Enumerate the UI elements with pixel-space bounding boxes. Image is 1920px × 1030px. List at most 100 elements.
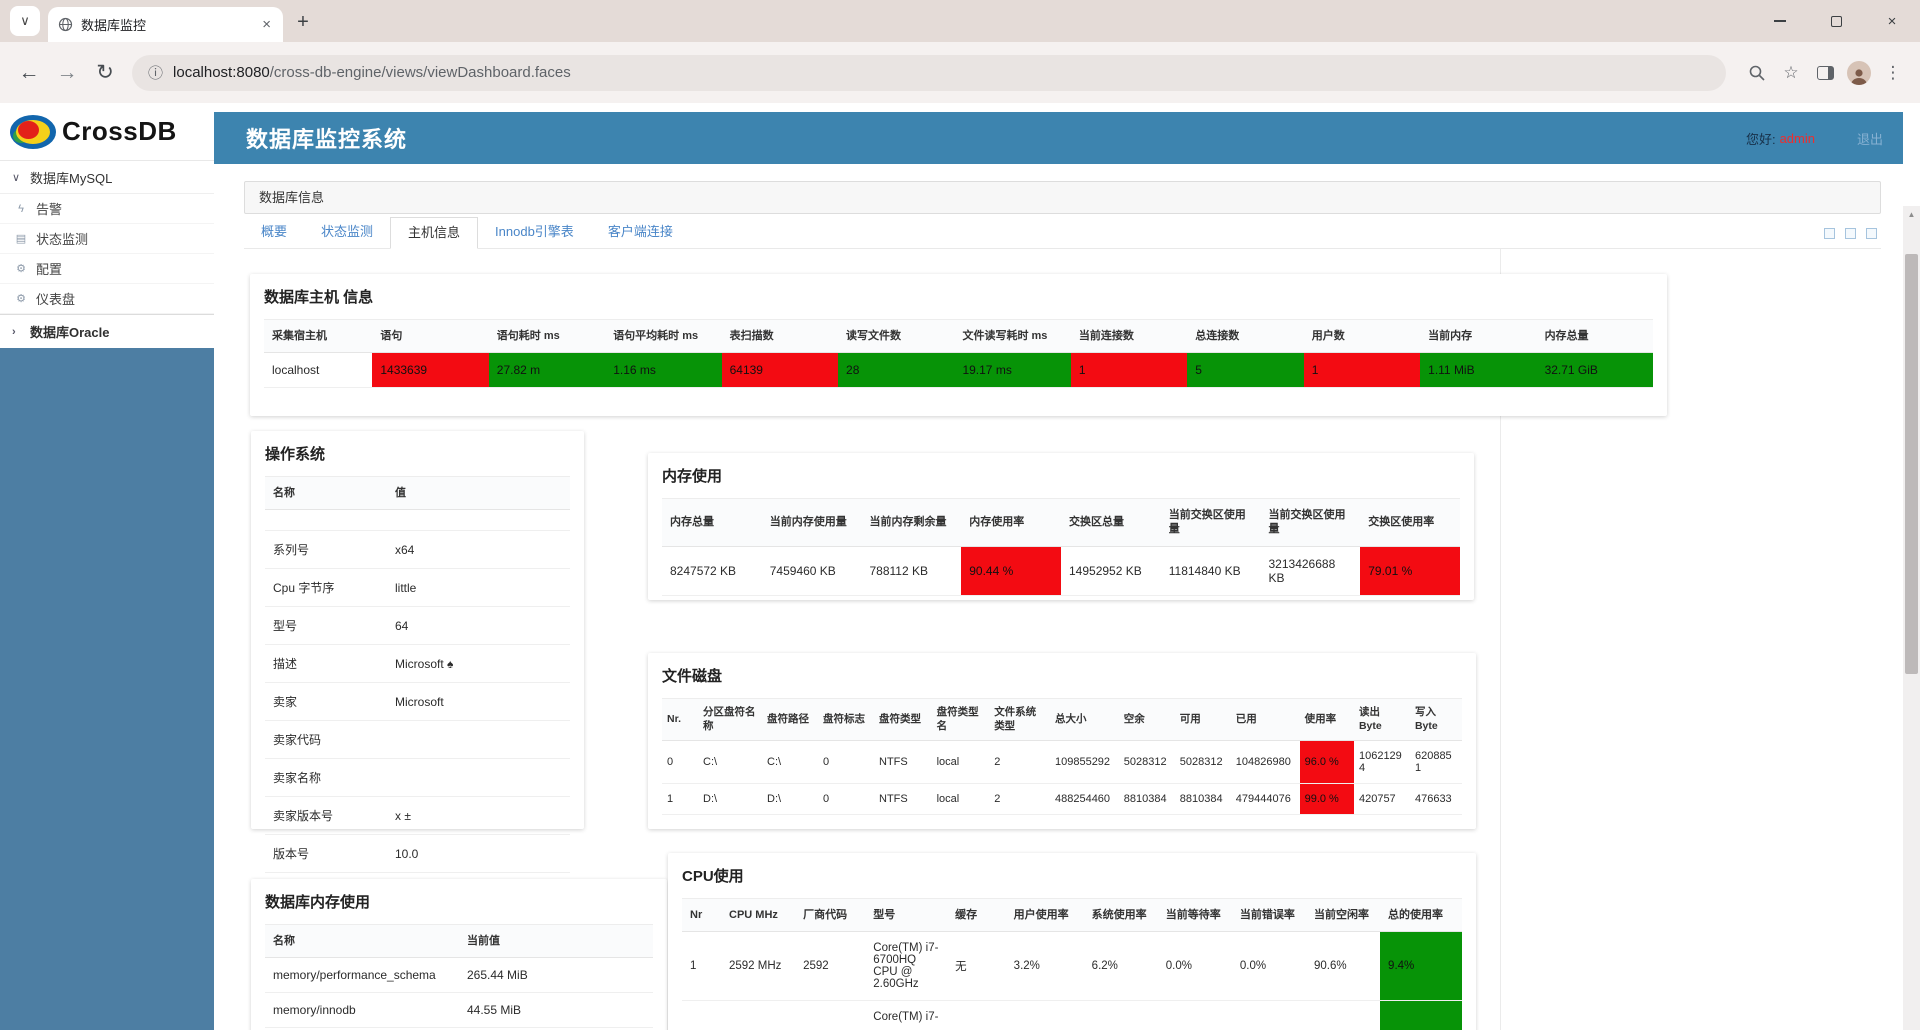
cell: 无 [947, 932, 1006, 1001]
status-cell: 19.17 ms [954, 353, 1070, 388]
cell: 64 [387, 607, 570, 645]
column-header: 值 [387, 477, 570, 510]
cell: 90.6% [1306, 932, 1380, 1001]
cell: 0 [818, 784, 874, 815]
table-row: 12592 MHz2592Core(TM) i7-6700HQ CPU @ 2.… [682, 932, 1462, 1001]
cell: 14952952 KB [1061, 546, 1161, 595]
table-header-row: 采集宿主机语句语句耗时 ms语句平均耗时 ms表扫描数读写文件数文件读写耗时 m… [264, 320, 1653, 353]
table-header-row: 名称当前值 [265, 925, 653, 958]
cell: 109855292 [1050, 741, 1119, 784]
cell: 476633 [1410, 784, 1462, 815]
column-header: 采集宿主机 [264, 320, 372, 353]
sidebar-group-oracle[interactable]: › 数据库Oracle [0, 314, 214, 348]
logout-button[interactable]: 退出 [1857, 129, 1883, 148]
browser-menu-kebab-icon[interactable]: ⋮ [1876, 56, 1910, 90]
window-close-button[interactable]: × [1864, 0, 1920, 42]
column-header: 交换区使用率 [1360, 499, 1460, 547]
cell: Core(TM) i7- [865, 1001, 947, 1030]
section-title: 数据库内存使用 [265, 891, 653, 912]
status-cell: 1433639 [372, 353, 488, 388]
chevron-right-icon: › [12, 326, 22, 338]
back-button[interactable]: ← [10, 54, 48, 92]
cell [947, 1001, 1006, 1030]
sidebar-item[interactable]: ⚙仪表盘 [0, 284, 214, 314]
status-cell [1380, 1001, 1462, 1030]
side-panel-icon[interactable] [1808, 56, 1842, 90]
status-cell: 5 [1187, 353, 1303, 388]
sidebar-item[interactable]: ⚙配置 [0, 254, 214, 284]
reload-button[interactable]: ↻ [86, 54, 124, 92]
sidebar-item-label: 告警 [36, 199, 62, 218]
column-header: 当前内存 [1420, 320, 1536, 353]
panel-title: 数据库信息 [244, 181, 1881, 214]
panel-tab-1[interactable]: 概要 [244, 217, 304, 248]
forward-button[interactable]: → [48, 54, 86, 92]
new-tab-button[interactable]: + [289, 8, 317, 36]
browser-tab[interactable]: 数据库监控 × [48, 7, 283, 42]
tab-bar: 概要状态监测主机信息Innodb引擎表客户端连接 [244, 218, 1881, 249]
panel-tool-button-2[interactable] [1845, 228, 1856, 239]
column-header: 盘符类型 [874, 699, 932, 741]
cell [1306, 1001, 1380, 1030]
window-minimize-button[interactable] [1752, 0, 1808, 42]
scroll-up-icon[interactable]: ▲ [1903, 206, 1920, 223]
column-header: 当前交换区使用量 [1161, 499, 1261, 547]
sidebar-item-label: 状态监测 [36, 229, 88, 248]
panel-tab-2[interactable]: 状态监测 [304, 217, 390, 248]
cell: 0 [818, 741, 874, 784]
table-row: localhost143363927.82 m1.16 ms641392819.… [264, 353, 1653, 388]
page-scrollbar[interactable]: ▲ ▼ [1903, 206, 1920, 1030]
column-header: 当前连接数 [1071, 320, 1187, 353]
sidebar-item[interactable]: ϟ告警 [0, 194, 214, 224]
panel-tab-4[interactable]: Innodb引擎表 [478, 217, 591, 248]
panel-tool-button-1[interactable] [1824, 228, 1835, 239]
sidebar-group-mysql[interactable]: ∨ 数据库MySQL [0, 161, 214, 194]
column-header: 当前值 [459, 925, 653, 958]
cell: 8810384 [1119, 784, 1175, 815]
cell: x ± [387, 797, 570, 835]
url-host: localhost:8080 [173, 64, 270, 81]
column-header: 空余 [1119, 699, 1175, 741]
os-card: 操作系统 名称值系列号x64Cpu 字节序little型号64描述Microso… [251, 431, 584, 829]
address-bar[interactable]: ⓘ localhost:8080/cross-db-engine/views/v… [132, 55, 1726, 91]
table-header-row: 内存总量当前内存使用量当前内存剩余量内存使用率交换区总量当前交换区使用量当前交换… [662, 499, 1460, 547]
column-header: 表扫描数 [722, 320, 838, 353]
table-row: 版本号10.0 [265, 835, 570, 873]
status-cell: 79.01 % [1360, 546, 1460, 595]
profile-avatar[interactable] [1842, 56, 1876, 90]
cell: memory/innodb [265, 993, 459, 1028]
section-title: 数据库主机 信息 [264, 286, 1653, 307]
greeting-label: 您好: [1746, 129, 1776, 148]
status-cell: 9.4% [1380, 932, 1462, 1001]
status-cell: 96.0 % [1300, 741, 1354, 784]
status-cell: 90.44 % [961, 546, 1061, 595]
site-info-icon[interactable]: ⓘ [148, 62, 163, 83]
table-row: 型号64 [265, 607, 570, 645]
column-header: 内存总量 [662, 499, 762, 547]
cell: C:\ [762, 741, 818, 784]
column-header: 盘符路径 [762, 699, 818, 741]
cell: memory/performance_schema [265, 958, 459, 993]
window-maximize-button[interactable] [1808, 0, 1864, 42]
column-header: 当前错误率 [1232, 899, 1306, 932]
table-row: 卖家代码 [265, 721, 570, 759]
sidebar-item[interactable]: ▤状态监测 [0, 224, 214, 254]
panel-tool-button-3[interactable] [1866, 228, 1877, 239]
panel-tab-5[interactable]: 客户端连接 [591, 217, 690, 248]
column-header: 写入 Byte [1410, 699, 1462, 741]
column-header: 当前等待率 [1158, 899, 1232, 932]
cell: local [932, 784, 990, 815]
table-row: 描述Microsoft ♠ [265, 645, 570, 683]
panel-tab-3[interactable]: 主机信息 [390, 217, 478, 249]
zoom-icon[interactable] [1740, 56, 1774, 90]
cell [795, 1001, 865, 1030]
cell: D:\ [698, 784, 762, 815]
bookmark-star-icon[interactable]: ☆ [1774, 56, 1808, 90]
tab-search-button[interactable]: ∨ [10, 6, 40, 36]
cell: 2592 MHz [721, 932, 795, 1001]
scrollbar-thumb[interactable] [1905, 254, 1918, 674]
status-cell: 1 [1071, 353, 1187, 388]
cell: 0.0% [1232, 932, 1306, 1001]
page-title: 数据库监控系统 [246, 122, 407, 154]
tab-close-icon[interactable]: × [260, 16, 273, 33]
